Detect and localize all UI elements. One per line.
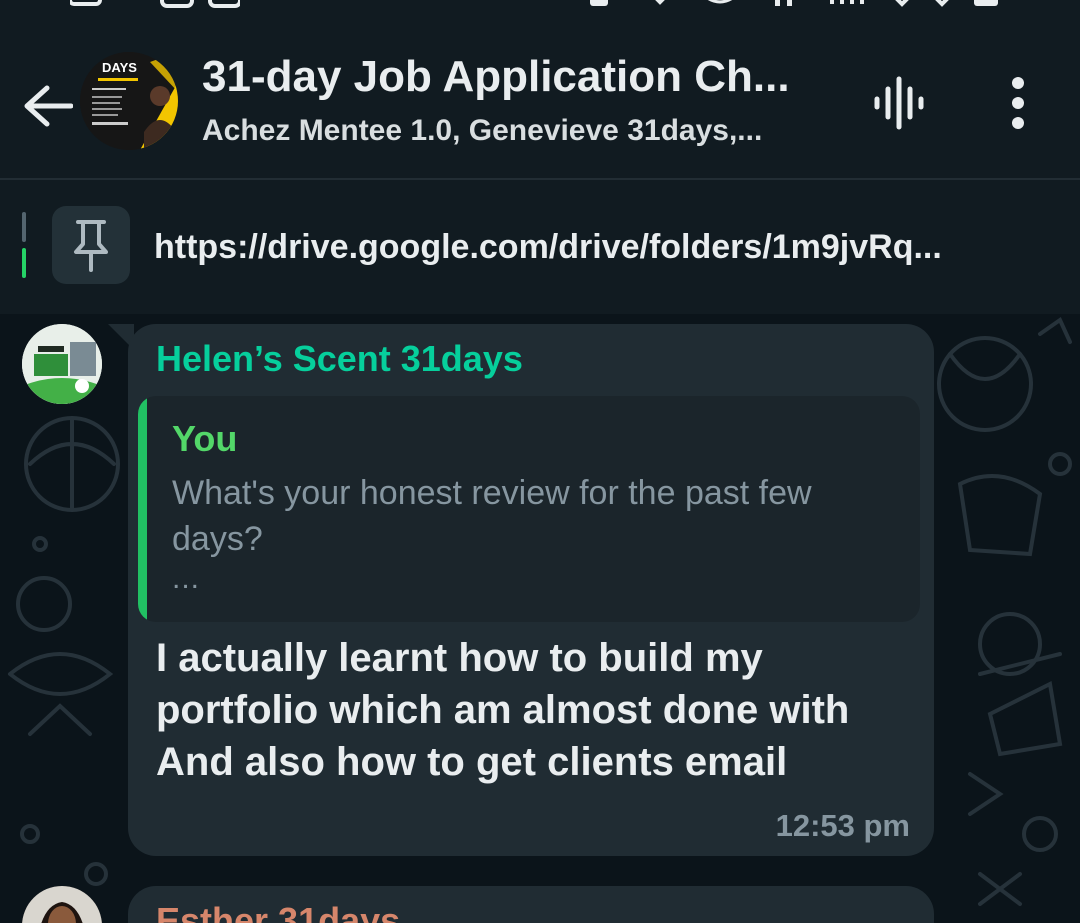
message-line: portfolio which am almost done with	[156, 688, 850, 732]
pinned-message-bar[interactable]: https://drive.google.com/drive/folders/1…	[0, 180, 1080, 314]
voice-call-icon	[874, 76, 924, 130]
voice-call-button[interactable]	[866, 70, 932, 136]
quoted-reply[interactable]: You What's your honest review for the pa…	[138, 396, 920, 622]
chat-participants[interactable]: Achez Mentee 1.0, Genevieve 31days,...	[202, 114, 762, 148]
status-bar-system-icons	[590, 0, 998, 7]
more-options-button[interactable]	[995, 70, 1041, 136]
message-timestamp: 12:53 pm	[775, 808, 910, 843]
helen-avatar-image	[22, 324, 102, 404]
group-avatar-image: DAYS	[80, 52, 178, 150]
pin-button[interactable]	[52, 206, 130, 284]
pinned-position-indicator	[22, 212, 26, 278]
group-avatar[interactable]: DAYS	[80, 52, 178, 150]
chat-header: DAYS 31-day Job Application Ch... Achez …	[0, 14, 1080, 178]
message-line: I actually learnt how to build my	[156, 636, 763, 680]
pinned-message-text[interactable]: https://drive.google.com/drive/folders/1…	[154, 228, 942, 267]
more-vertical-icon	[1012, 77, 1024, 129]
quoted-author: You	[172, 418, 238, 459]
sender-avatar[interactable]	[22, 324, 102, 404]
message-text[interactable]: I actually learnt how to build my portfo…	[156, 632, 916, 788]
avatar-badge-text: DAYS	[102, 60, 137, 75]
quoted-text: What's your honest review for the past f…	[172, 474, 812, 558]
back-arrow-icon	[24, 85, 73, 127]
quoted-more-indicator: ...	[172, 562, 201, 595]
message-sender-name[interactable]: Esther 31days	[156, 900, 400, 923]
status-bar-time-icons	[70, 0, 240, 8]
message-sender-name[interactable]: Helen’s Scent 31days	[156, 338, 523, 380]
back-button[interactable]	[20, 78, 76, 134]
quote-accent-bar	[138, 396, 147, 622]
pin-icon	[74, 220, 108, 272]
chat-title[interactable]: 31-day Job Application Ch...	[202, 52, 790, 102]
chat-area[interactable]: Helen’s Scent 31days You What's your hon…	[0, 314, 1080, 923]
status-bar	[0, 0, 1080, 14]
message-line: And also how to get clients email	[156, 740, 788, 784]
